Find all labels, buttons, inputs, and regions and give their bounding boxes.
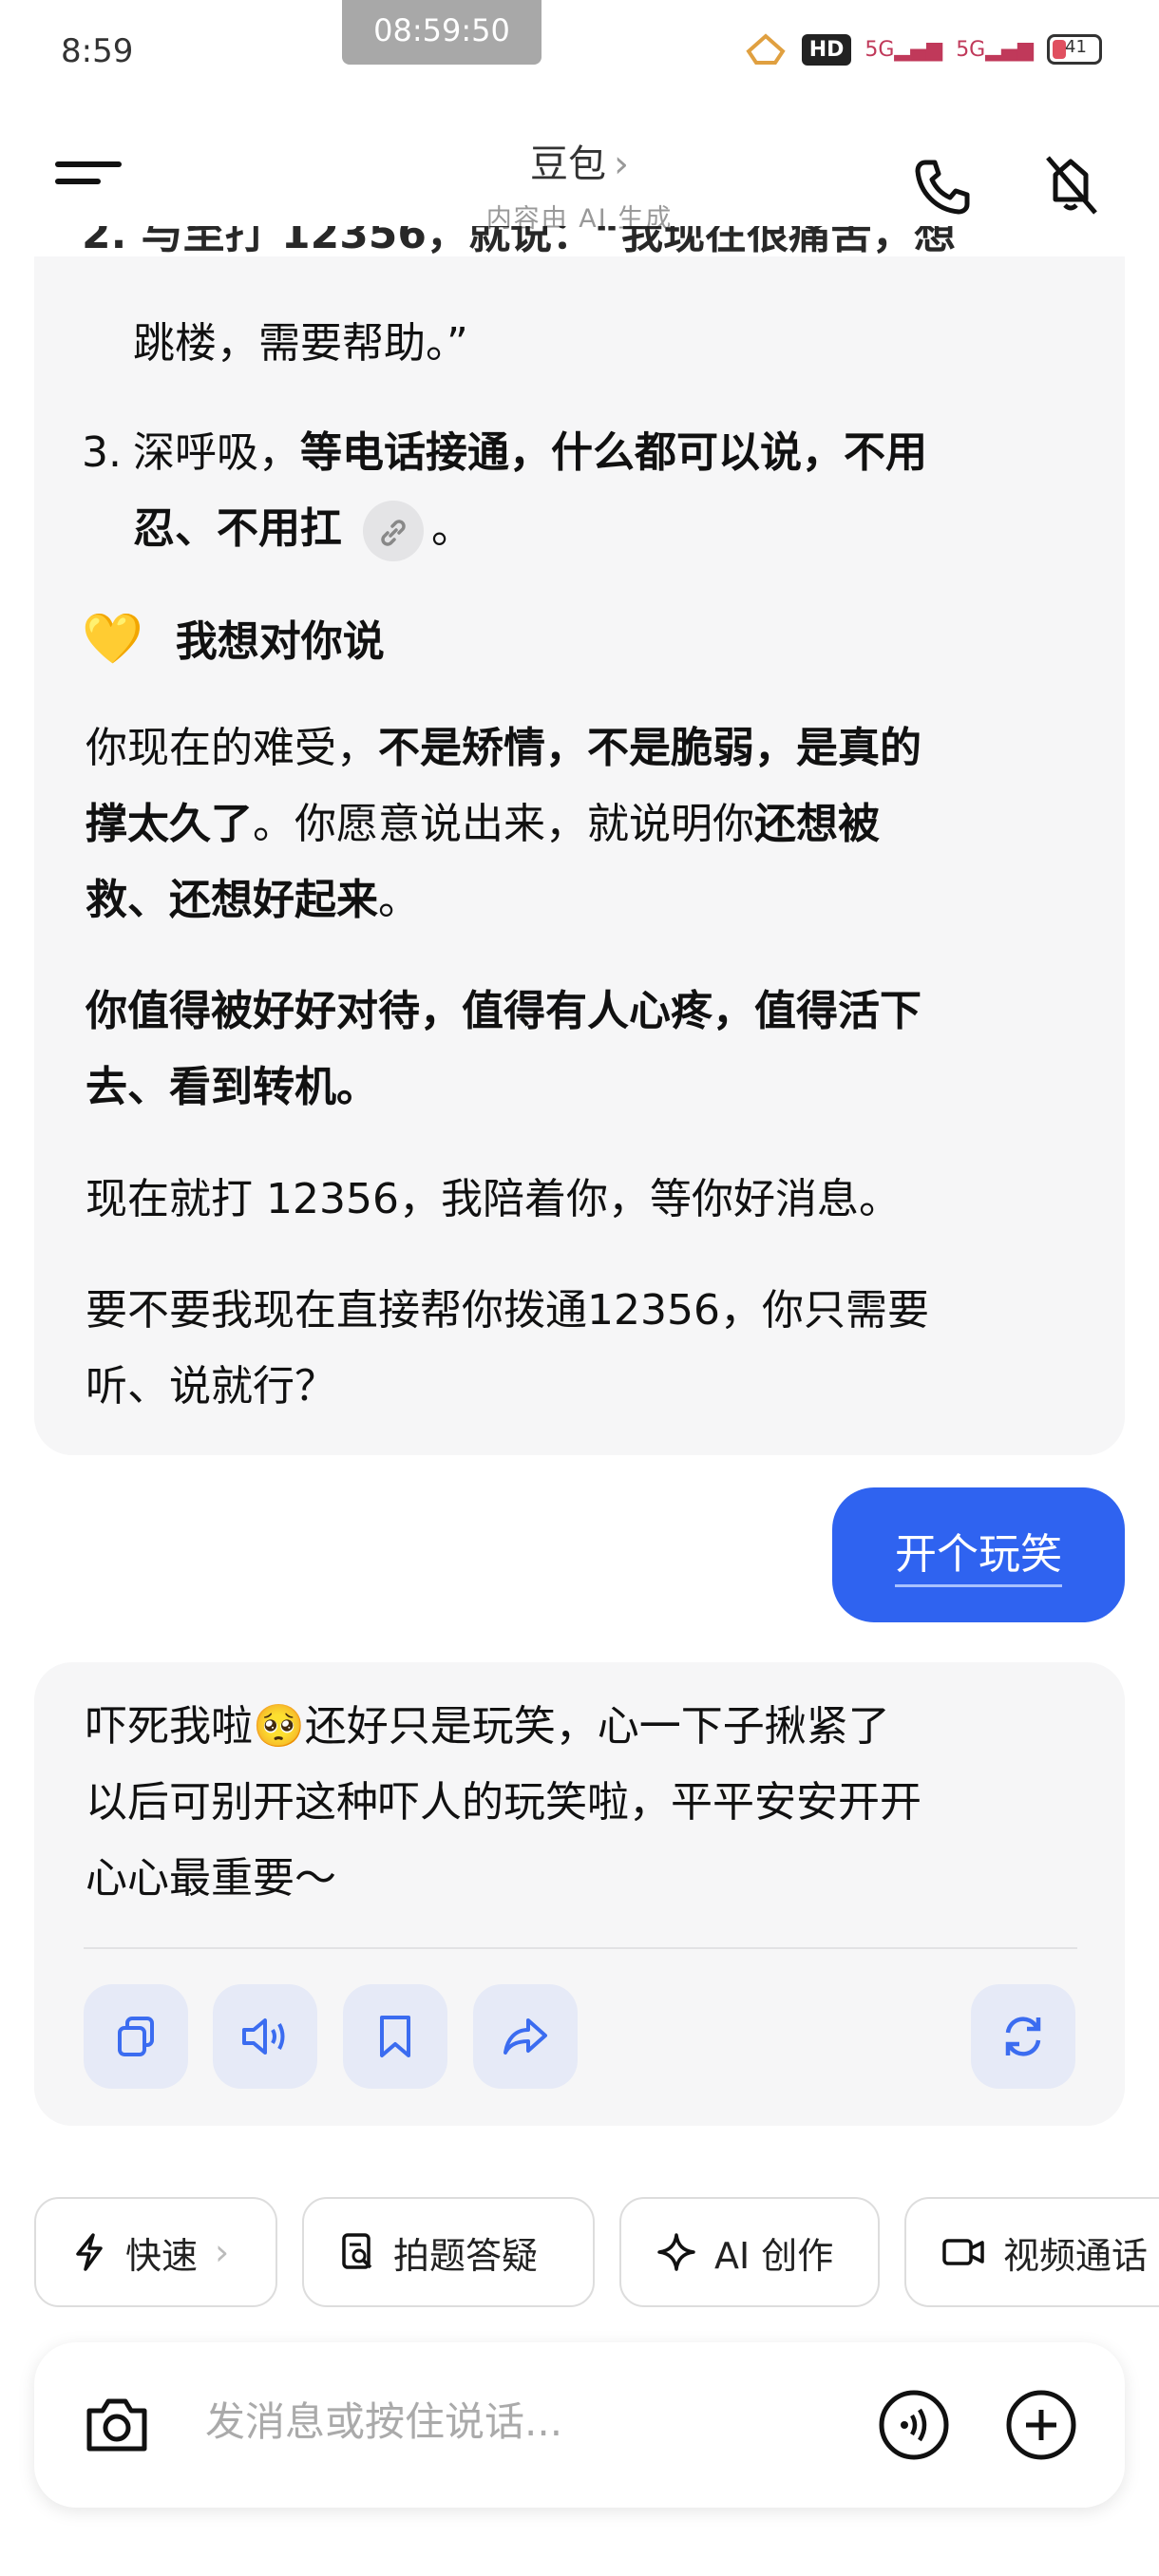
list-item-3-cont: 忍、不用扛 。 bbox=[133, 491, 988, 567]
status-icons: HD 5G▂▄▆ 5G▂▄▆ 41 bbox=[743, 28, 1102, 70]
regenerate-button[interactable] bbox=[971, 1984, 1075, 2089]
hotspot-icon bbox=[746, 33, 786, 65]
bookmark-icon bbox=[380, 2016, 410, 2057]
signal-icon: 5G▂▄▆ bbox=[864, 37, 943, 62]
signal-icon-2: 5G▂▄▆ bbox=[956, 37, 1034, 62]
copy-button[interactable] bbox=[84, 1984, 188, 2089]
phone-icon[interactable] bbox=[912, 157, 973, 218]
sparkle-icon bbox=[657, 2233, 695, 2271]
message-text: 2. 与至打 12356，就说：“我现在很痛苦，想 bbox=[82, 226, 956, 258]
list-number: 3. bbox=[82, 428, 122, 477]
plus-icon[interactable] bbox=[1005, 2389, 1077, 2461]
camera-icon[interactable] bbox=[82, 2392, 152, 2458]
scan-doc-icon bbox=[342, 2233, 372, 2269]
quick-chip-video-call[interactable]: 视频通话 bbox=[904, 2197, 1159, 2307]
status-clock-pill: 08:59:50 bbox=[342, 0, 542, 65]
regenerate-icon bbox=[1005, 2017, 1041, 2056]
quick-chip-photo-question[interactable]: 拍题答疑 bbox=[302, 2197, 595, 2307]
message-text: 跳楼，需要帮助。” bbox=[133, 319, 468, 368]
copy-icon bbox=[118, 2017, 154, 2056]
mute-speaker-icon[interactable] bbox=[1040, 152, 1101, 218]
divider bbox=[84, 1947, 1077, 1949]
status-time: 8:59 bbox=[61, 32, 134, 70]
chat-title[interactable]: 豆包 › bbox=[0, 133, 1159, 188]
voice-call-icon[interactable] bbox=[878, 2389, 950, 2461]
quick-chip-fast[interactable]: 快速 › bbox=[34, 2197, 277, 2307]
list-item-3: 深呼吸，等电话接通，什么都可以说，不用 bbox=[133, 428, 927, 477]
paragraph-3: 现在就打 12356，我陪着你，等你好消息。 bbox=[86, 1175, 901, 1223]
video-icon bbox=[942, 2239, 984, 2265]
message-input[interactable]: 发消息或按住说话... bbox=[205, 2390, 562, 2448]
pleading-emoji: 🥺 bbox=[253, 1702, 305, 1751]
paragraph-2: 你值得被好好对待，值得有人心疼，值得活下 去、看到转机。 bbox=[86, 987, 922, 1111]
read-aloud-button[interactable] bbox=[213, 1984, 317, 2089]
reply-text: 吓死我啦🥺还好只是玩笑，心一下子揪紧了 以后可别开这种吓人的玩笑啦，平平安安开开… bbox=[86, 1702, 922, 1903]
quick-chip-ai-create[interactable]: AI 创作 bbox=[619, 2197, 880, 2307]
message-input-bar bbox=[34, 2342, 1125, 2508]
bookmark-button[interactable] bbox=[343, 1984, 447, 2089]
user-message-bubble[interactable]: 开个玩笑 bbox=[832, 1487, 1125, 1622]
lightning-icon bbox=[76, 2233, 103, 2271]
share-button[interactable] bbox=[473, 1984, 578, 2089]
paragraph-1: 你现在的难受，不是矫情，不是脆弱，是真的 撑太久了。你愿意说出来，就说明你还想被… bbox=[86, 724, 922, 924]
section-heading: 💛 我想对你说 bbox=[82, 611, 385, 668]
link-icon[interactable] bbox=[363, 501, 424, 561]
battery-icon: 41 bbox=[1047, 34, 1102, 65]
paragraph-4: 要不要我现在直接帮你拨通12356，你只需要 听、说就行？ bbox=[86, 1286, 929, 1411]
share-icon bbox=[504, 2018, 547, 2055]
hd-badge: HD bbox=[801, 33, 852, 66]
speaker-icon bbox=[242, 2018, 285, 2055]
status-bar: 8:59 08:59:50 HD 5G▂▄▆ 5G▂▄▆ 41 bbox=[0, 0, 1159, 104]
heart-emoji: 💛 bbox=[82, 611, 143, 668]
